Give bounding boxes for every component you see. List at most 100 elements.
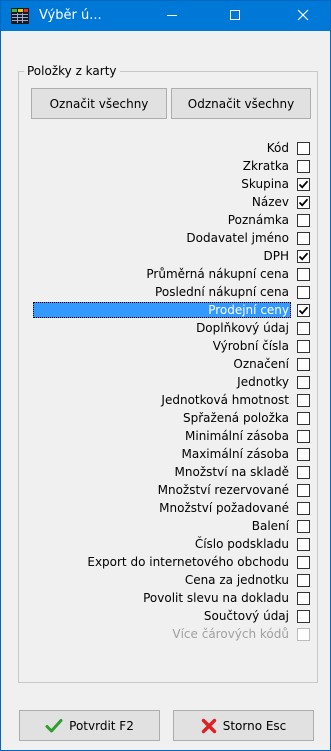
list-item-label: Kód: [266, 141, 289, 155]
list-item[interactable]: Kód: [19, 139, 311, 157]
list-item[interactable]: Průměrná nákupní cena: [19, 265, 311, 283]
checkbox[interactable]: [297, 520, 310, 533]
checkbox[interactable]: [297, 160, 310, 173]
list-item[interactable]: Povolit slevu na dokladu: [19, 589, 311, 607]
checkbox[interactable]: [297, 322, 310, 335]
dialog-window: Výběr ú... Položky z karty Označit všech…: [0, 0, 331, 751]
list-item-label: Průměrná nákupní cena: [146, 267, 289, 281]
list-item[interactable]: Export do internetového obchodu: [19, 553, 311, 571]
list-item[interactable]: Číslo podskladu: [19, 535, 311, 553]
list-item-label: Jednotky: [237, 375, 289, 389]
list-item-label: Maximální zásoba: [181, 447, 290, 461]
list-item[interactable]: Množství na skladě: [19, 463, 311, 481]
checkbox[interactable]: [297, 394, 310, 407]
list-item[interactable]: Jednotky: [19, 373, 311, 391]
list-item-label: Povolit slevu na dokladu: [143, 591, 289, 605]
checkbox: [297, 628, 310, 641]
list-item-label: Spřažená položka: [182, 411, 289, 425]
list-item[interactable]: Jednotková hmotnost: [19, 391, 311, 409]
list-item-label: Prodejní ceny: [33, 302, 291, 318]
checkbox[interactable]: [297, 214, 310, 227]
list-item-label: Poznámka: [227, 213, 289, 227]
cancel-button[interactable]: Storno Esc: [173, 710, 314, 741]
list-item[interactable]: Název: [19, 193, 311, 211]
checkbox[interactable]: [297, 178, 310, 191]
list-item-label: Zkratka: [242, 159, 289, 173]
list-item-label: Označení: [233, 357, 289, 371]
checkbox[interactable]: [297, 556, 310, 569]
list-item-label: Součtový údaj: [203, 609, 289, 623]
select-all-button[interactable]: Označit všechny: [31, 88, 167, 119]
list-item[interactable]: Spřažená položka: [19, 409, 311, 427]
list-item-label: Cena za jednotku: [184, 573, 289, 587]
list-item[interactable]: Minimální zásoba: [19, 427, 311, 445]
red-x-icon: [201, 718, 217, 734]
deselect-all-button[interactable]: Odznačit všechny: [171, 88, 311, 119]
list-item-label: Skupina: [241, 177, 289, 191]
list-item[interactable]: Maximální zásoba: [19, 445, 311, 463]
checkbox[interactable]: [297, 502, 310, 515]
window-title: Výběr ú...: [39, 8, 102, 23]
list-item[interactable]: Doplňkový údaj: [19, 319, 311, 337]
list-item[interactable]: Výrobní čísla: [19, 337, 311, 355]
list-item-label: Číslo podskladu: [194, 537, 289, 551]
maximize-button[interactable]: [212, 1, 258, 31]
checkbox[interactable]: [297, 466, 310, 479]
list-item[interactable]: DPH: [19, 247, 311, 265]
checkbox[interactable]: [297, 430, 310, 443]
checkbox[interactable]: [297, 592, 310, 605]
close-icon: [297, 9, 309, 24]
checkbox[interactable]: [297, 142, 310, 155]
list-item-label: Množství rezervované: [157, 483, 289, 497]
list-item-label: Množství na skladě: [174, 465, 289, 479]
checkbox[interactable]: [297, 538, 310, 551]
list-item[interactable]: Součtový údaj: [19, 607, 311, 625]
checkbox[interactable]: [297, 286, 310, 299]
checkbox[interactable]: [297, 412, 310, 425]
minimize-button[interactable]: [149, 1, 195, 31]
close-button[interactable]: [280, 1, 326, 31]
checkbox[interactable]: [297, 340, 310, 353]
confirm-label: Potvrdit F2: [69, 718, 134, 733]
checkbox[interactable]: [297, 304, 310, 317]
checkbox[interactable]: [297, 448, 310, 461]
checkbox[interactable]: [297, 232, 310, 245]
list-item[interactable]: Zkratka: [19, 157, 311, 175]
list-item-label: Export do internetového obchodu: [87, 555, 289, 569]
list-item[interactable]: Prodejní ceny: [19, 301, 311, 319]
list-item: Více čárových kódů: [19, 625, 311, 643]
list-item-label: Balení: [251, 519, 289, 533]
checkbox[interactable]: [297, 574, 310, 587]
list-item[interactable]: Poznámka: [19, 211, 311, 229]
maximize-icon: [229, 9, 241, 24]
list-item-label: Výrobní čísla: [212, 339, 289, 353]
list-item-label: Doplňkový údaj: [196, 321, 289, 335]
list-item[interactable]: Skupina: [19, 175, 311, 193]
list-item[interactable]: Balení: [19, 517, 311, 535]
checkbox[interactable]: [297, 376, 310, 389]
minimize-icon: [166, 9, 178, 24]
checkbox[interactable]: [297, 268, 310, 281]
list-item-label: Poslední nákupní cena: [155, 285, 289, 299]
checkbox[interactable]: [297, 358, 310, 371]
list-item[interactable]: Množství požadované: [19, 499, 311, 517]
confirm-button[interactable]: Potvrdit F2: [19, 710, 160, 741]
checkbox[interactable]: [297, 484, 310, 497]
list-item[interactable]: Označení: [19, 355, 311, 373]
list-item-label: Minimální zásoba: [185, 429, 289, 443]
app-icon: [11, 8, 29, 24]
items-list: Kód Zkratka Skupina Název Poznámka Dodavatel …: [19, 139, 311, 643]
list-item[interactable]: Poslední nákupní cena: [19, 283, 311, 301]
list-item[interactable]: Množství rezervované: [19, 481, 311, 499]
title-bar[interactable]: Výběr ú...: [1, 1, 330, 31]
list-item-label: Jednotková hmotnost: [161, 393, 289, 407]
list-item[interactable]: Dodavatel jméno: [19, 229, 311, 247]
checkbox[interactable]: [297, 250, 310, 263]
checkbox[interactable]: [297, 610, 310, 623]
list-item[interactable]: Cena za jednotku: [19, 571, 311, 589]
checkbox[interactable]: [297, 196, 310, 209]
list-item-label: Množství požadované: [159, 501, 289, 515]
list-item-label: DPH: [263, 249, 290, 263]
group-legend: Položky z karty: [24, 64, 120, 78]
checkmark-icon: [45, 718, 63, 734]
